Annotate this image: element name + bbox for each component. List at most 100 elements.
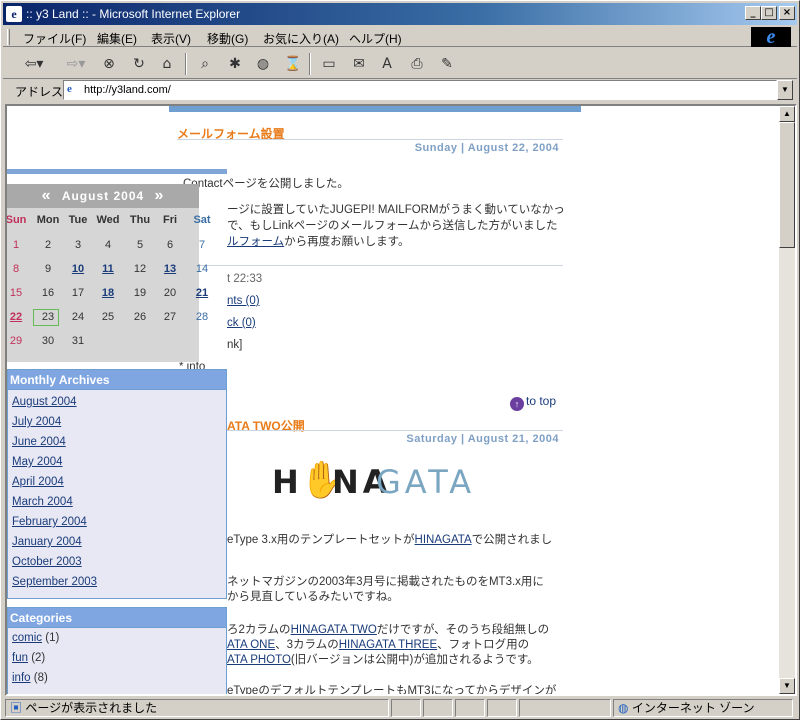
hinagata-photo-link[interactable]: ATA PHOTO	[227, 654, 291, 666]
post-text: ージに設置していたJUGEPI! MAILFORMがうまく動いていなかっ	[227, 204, 565, 216]
category-count: (1)	[45, 632, 60, 644]
address-dropdown-icon[interactable]: ▼	[777, 80, 793, 100]
font-icon[interactable]: A	[375, 53, 399, 75]
post-time: t 22:33	[227, 273, 263, 285]
archive-label[interactable]: May 2004	[12, 456, 63, 468]
trackback-link[interactable]: ck (0)	[227, 317, 256, 329]
archive-label[interactable]: July 2004	[12, 416, 61, 428]
calendar-day: 27	[163, 311, 177, 323]
archive-link[interactable]: July 2004	[12, 416, 61, 428]
archive-label[interactable]: October 2003	[12, 556, 82, 568]
archive-label[interactable]: April 2004	[12, 476, 64, 488]
menu-view[interactable]: 表示(V)	[151, 30, 191, 47]
archive-link[interactable]: September 2003	[12, 576, 97, 588]
content-top-bar	[169, 106, 581, 112]
post-text-tail: から再度お願いします。	[284, 236, 410, 248]
archive-label[interactable]: March 2004	[12, 496, 73, 508]
archive-link[interactable]: October 2003	[12, 556, 82, 568]
media-icon[interactable]: ◍	[251, 53, 275, 75]
archive-link[interactable]: January 2004	[12, 536, 82, 548]
post-date: Saturday | August 21, 2004	[406, 433, 559, 445]
menu-grip	[7, 29, 10, 45]
archive-link[interactable]: June 2004	[12, 436, 66, 448]
calendar-day-header: Wed	[96, 214, 120, 226]
forward-icon[interactable]: ⇨▾	[59, 53, 93, 75]
zone-text: インターネット ゾーン	[631, 701, 755, 715]
sidebar-strip	[7, 169, 227, 174]
comments-link[interactable]: nts (0)	[227, 295, 260, 307]
maximize-button[interactable]: □	[761, 6, 777, 20]
minimize-button[interactable]: _	[745, 6, 761, 20]
home-icon[interactable]: ⌂	[155, 53, 179, 75]
back-icon[interactable]: ⇦▾	[17, 53, 51, 75]
calendar-day-link[interactable]: 13	[157, 263, 183, 275]
scroll-up-icon[interactable]: ▲	[779, 106, 795, 122]
archive-label[interactable]: September 2003	[12, 576, 97, 588]
scroll-thumb[interactable]	[779, 122, 795, 248]
address-url[interactable]: http://y3land.com/	[84, 84, 171, 96]
category-item: fun (2)	[12, 652, 45, 664]
archive-link[interactable]: March 2004	[12, 496, 73, 508]
archive-link[interactable]: August 2004	[12, 396, 77, 408]
stop-icon[interactable]: ⊗	[97, 53, 121, 75]
archive-link[interactable]: May 2004	[12, 456, 63, 468]
calendar-day-link[interactable]: 11	[95, 263, 121, 275]
hinagata-three-link[interactable]: HINAGATA THREE	[339, 639, 437, 651]
status-panel	[519, 699, 611, 717]
calendar-day-link[interactable]: 22	[7, 311, 29, 323]
menu-favorites[interactable]: お気に入り(A)	[263, 30, 339, 47]
calendar-day: 25	[101, 311, 115, 323]
text-run: 、3カラムの	[275, 639, 339, 651]
print-icon[interactable]: ⎙	[405, 53, 429, 75]
to-top-label[interactable]: to top	[526, 394, 556, 408]
vertical-scrollbar[interactable]: ▲ ▼	[779, 106, 795, 694]
mail-icon[interactable]: ✉	[347, 53, 371, 75]
calendar-day: 5	[136, 239, 144, 251]
archive-label[interactable]: February 2004	[12, 516, 87, 528]
permalink[interactable]: nk]	[227, 339, 242, 351]
calendar-prev-link[interactable]: «	[42, 187, 52, 204]
archive-link[interactable]: April 2004	[12, 476, 64, 488]
scroll-down-icon[interactable]: ▼	[779, 678, 795, 694]
mailform-link[interactable]: ルフォーム	[227, 236, 284, 248]
categories-title: Categories	[8, 608, 226, 628]
refresh-icon[interactable]: ↻	[127, 53, 151, 75]
category-link[interactable]: fun	[12, 652, 28, 664]
menu-help[interactable]: ヘルプ(H)	[349, 30, 402, 47]
menu-file[interactable]: ファイル(F)	[23, 30, 86, 47]
menu-go[interactable]: 移動(G)	[207, 30, 248, 47]
archives-box: Monthly Archives August 2004 July 2004 Jun…	[7, 369, 227, 599]
calendar-day-link[interactable]: 10	[65, 263, 91, 275]
category-link[interactable]: comic	[12, 632, 42, 644]
toolbar-separator	[309, 53, 311, 75]
favorites-icon[interactable]: ✱	[223, 53, 247, 75]
search-icon[interactable]: ⌕	[193, 53, 217, 75]
post-title[interactable]: ATA TWO公開	[227, 417, 305, 434]
menu-edit[interactable]: 編集(E)	[97, 30, 137, 47]
calendar-day-header: Mon	[36, 214, 60, 226]
category-link[interactable]: info	[12, 672, 31, 684]
fullscreen-icon[interactable]: ▭	[317, 53, 341, 75]
calendar-day-link[interactable]: 18	[95, 287, 121, 299]
divider	[177, 139, 563, 140]
status-panel	[455, 699, 485, 717]
divider	[177, 265, 563, 266]
edit-icon[interactable]: ✎	[435, 53, 459, 75]
address-input[interactable]: e http://y3land.com/	[63, 80, 777, 100]
page-content: メールフォーム設置 Sunday | August 22, 2004 Conta…	[7, 106, 781, 694]
archive-label[interactable]: January 2004	[12, 536, 82, 548]
close-button[interactable]: ×	[779, 6, 795, 20]
status-panel	[391, 699, 421, 717]
to-top-link[interactable]: ↑ to top	[510, 394, 556, 411]
hinagata-one-link[interactable]: ATA ONE	[227, 639, 275, 651]
calendar-day-link[interactable]: 21	[189, 287, 215, 299]
calendar-day: 31	[71, 335, 85, 347]
history-icon[interactable]: ⌛	[281, 53, 305, 75]
archive-label[interactable]: June 2004	[12, 436, 66, 448]
hinagata-two-link[interactable]: HINAGATA TWO	[291, 624, 377, 636]
archive-link[interactable]: February 2004	[12, 516, 87, 528]
hinagata-link[interactable]: HINAGATA	[415, 534, 472, 546]
calendar-next-link[interactable]: »	[155, 187, 165, 204]
archive-label[interactable]: August 2004	[12, 396, 77, 408]
title-bar: e :: y3 Land :: - Microsoft Internet Exp…	[3, 3, 797, 25]
